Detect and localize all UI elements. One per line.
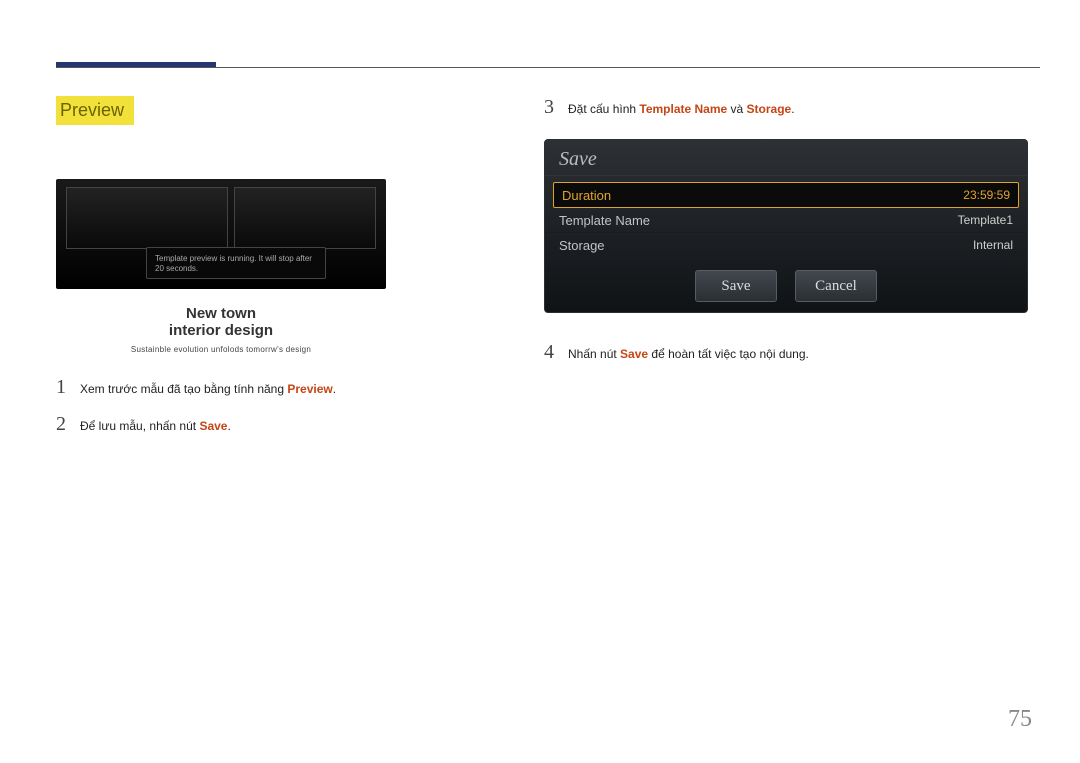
step-post: . xyxy=(791,102,794,116)
step-number: 1 xyxy=(56,376,80,399)
step-mid: và xyxy=(727,102,746,116)
page-number: 75 xyxy=(1008,706,1032,733)
right-column: 3 Đặt cấu hình Template Name và Storage.… xyxy=(544,96,1024,378)
preview-screen-right xyxy=(234,187,376,249)
save-row-value: 23:59:59 xyxy=(963,188,1010,202)
preview-screens: Template preview is running. It will sto… xyxy=(56,179,386,289)
step-number: 4 xyxy=(544,341,568,364)
save-row-label: Storage xyxy=(559,238,605,253)
step-2: 2 Để lưu mẫu, nhấn nút Save. xyxy=(56,413,520,436)
left-column: Preview Template preview is running. It … xyxy=(56,96,520,450)
save-row-value: Internal xyxy=(973,238,1013,252)
step-3: 3 Đặt cấu hình Template Name và Storage. xyxy=(544,96,1024,119)
step-1: 1 Xem trước mẫu đã tạo bằng tính năng Pr… xyxy=(56,376,520,399)
preview-heading: Preview xyxy=(56,96,134,125)
step-text: Để lưu mẫu, nhấn nút Save. xyxy=(80,419,231,433)
cancel-button[interactable]: Cancel xyxy=(795,270,877,302)
keyword: Template Name xyxy=(639,102,727,116)
step-pre: Đặt cấu hình xyxy=(568,102,639,116)
step-text: Đặt cấu hình Template Name và Storage. xyxy=(568,102,795,116)
step-number: 2 xyxy=(56,413,80,436)
save-dialog-buttons: Save Cancel xyxy=(545,270,1027,302)
keyword: Save xyxy=(620,347,648,361)
step-pre: Để lưu mẫu, nhấn nút xyxy=(80,419,199,433)
keyword: Storage xyxy=(747,102,792,116)
steps-left: 1 Xem trước mẫu đã tạo bằng tính năng Pr… xyxy=(56,376,520,436)
step-number: 3 xyxy=(544,96,568,119)
preview-message-text: Template preview is running. It will sto… xyxy=(155,254,312,273)
save-row-duration[interactable]: Duration 23:59:59 xyxy=(553,182,1019,208)
save-row-label: Duration xyxy=(562,188,611,203)
preview-screen-left xyxy=(66,187,228,249)
keyword: Preview xyxy=(287,382,332,396)
preview-caption-sub: Sustainble evolution unfolods tomorrw's … xyxy=(56,345,386,354)
step-text: Xem trước mẫu đã tạo bằng tính năng Prev… xyxy=(80,382,336,396)
preview-thumbnail: Template preview is running. It will sto… xyxy=(56,179,386,354)
save-button[interactable]: Save xyxy=(695,270,777,302)
save-row-storage[interactable]: Storage Internal xyxy=(545,233,1027,258)
preview-caption-line2: interior design xyxy=(56,322,386,339)
save-row-value: Template1 xyxy=(958,213,1013,227)
step-pre: Nhấn nút xyxy=(568,347,620,361)
header-rule xyxy=(56,67,1040,68)
step-post: . xyxy=(227,419,230,433)
step-post: . xyxy=(333,382,336,396)
preview-message-box: Template preview is running. It will sto… xyxy=(146,247,326,279)
page: Preview Template preview is running. It … xyxy=(0,0,1080,763)
save-row-label: Template Name xyxy=(559,213,650,228)
save-row-template-name[interactable]: Template Name Template1 xyxy=(545,208,1027,233)
preview-caption: New town interior design Sustainble evol… xyxy=(56,305,386,354)
step-text: Nhấn nút Save để hoàn tất việc tạo nội d… xyxy=(568,347,809,361)
step-post: để hoàn tất việc tạo nội dung. xyxy=(648,347,809,361)
preview-caption-line1: New town xyxy=(56,305,386,322)
save-dialog: Save Duration 23:59:59 Template Name Tem… xyxy=(544,139,1028,313)
save-dialog-title: Save xyxy=(545,140,1027,176)
step-pre: Xem trước mẫu đã tạo bằng tính năng xyxy=(80,382,287,396)
step-4: 4 Nhấn nút Save để hoàn tất việc tạo nội… xyxy=(544,341,1024,364)
keyword: Save xyxy=(199,419,227,433)
